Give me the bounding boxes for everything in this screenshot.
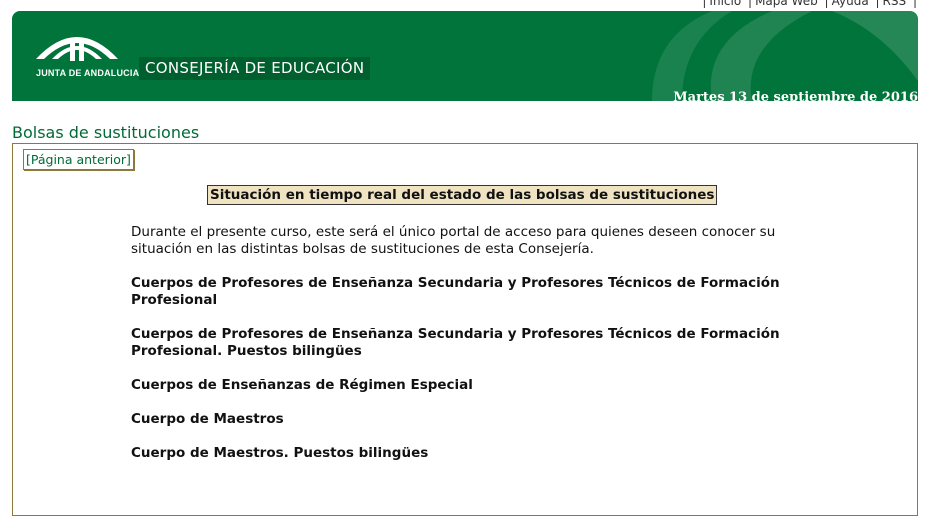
nav-link-rss[interactable]: RSS (883, 0, 907, 8)
nav-link-mapa-web[interactable]: Mapa Web (755, 0, 818, 8)
link-maestros[interactable]: Cuerpo de Maestros (131, 411, 831, 428)
bolsas-link-list: Cuerpos de Profesores de Enseñanza Secun… (131, 275, 831, 479)
junta-andalucia-logo[interactable] (32, 19, 122, 89)
header-banner: JUNTA DE ANDALUCIA CONSEJERÍA DE EDUCACI… (12, 11, 918, 101)
nav-link-ayuda[interactable]: Ayuda (832, 0, 869, 8)
link-maestros-bilingue[interactable]: Cuerpo de Maestros. Puestos bilingües (131, 445, 831, 462)
link-regimen-especial[interactable]: Cuerpos de Enseñanzas de Régimen Especia… (131, 377, 831, 394)
headline: Situación en tiempo real del estado de l… (207, 185, 718, 205)
current-date: Martes 13 de septiembre de 2016 (673, 90, 918, 101)
top-navigation: | Inicio | Mapa Web | Ayuda | RSS | (699, 0, 920, 8)
link-secundaria-fp-bilingue[interactable]: Cuerpos de Profesores de Enseñanza Secun… (131, 326, 831, 360)
page-title: Bolsas de sustituciones (12, 123, 200, 142)
department-title: CONSEJERÍA DE EDUCACIÓN (139, 57, 371, 80)
nav-link-inicio[interactable]: Inicio (709, 0, 741, 8)
link-secundaria-fp[interactable]: Cuerpos de Profesores de Enseñanza Secun… (131, 275, 831, 309)
intro-text: Durante el presente curso, este será el … (131, 224, 776, 257)
banner-decoration (652, 11, 918, 101)
previous-page-button[interactable]: [Página anterior] (23, 149, 134, 170)
content-panel: [Página anterior] Situación en tiempo re… (12, 143, 918, 516)
logo-text: JUNTA DE ANDALUCIA (36, 68, 140, 78)
